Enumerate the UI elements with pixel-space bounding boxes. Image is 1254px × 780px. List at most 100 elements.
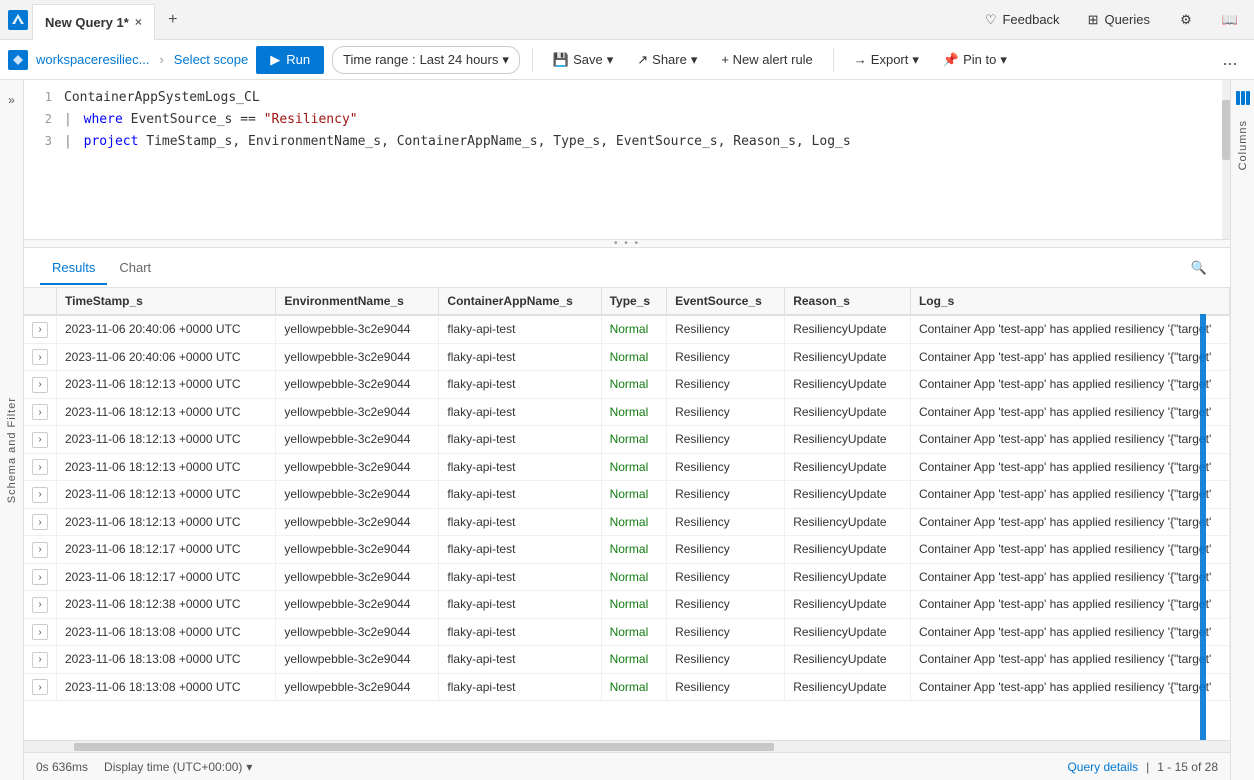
row-expand-11[interactable]: ›: [24, 618, 57, 646]
row-app-6: flaky-api-test: [439, 481, 601, 509]
table-row: › 2023-11-06 18:12:13 +0000 UTC yellowpe…: [24, 371, 1230, 399]
settings-button[interactable]: ⚙: [1170, 4, 1202, 36]
schema-collapse-button[interactable]: »: [0, 80, 24, 120]
row-reason-3: ResiliencyUpdate: [785, 398, 911, 426]
row-type-8: Normal: [601, 536, 666, 564]
row-source-9: Resiliency: [667, 563, 785, 591]
col-header-containerapp[interactable]: ContainerAppName_s: [439, 288, 601, 315]
gear-icon: ⚙: [1180, 12, 1192, 28]
row-source-5: Resiliency: [667, 453, 785, 481]
row-expand-6[interactable]: ›: [24, 481, 57, 509]
row-log-2: Container App 'test-app' has applied res…: [910, 371, 1229, 399]
row-expand-1[interactable]: ›: [24, 343, 57, 371]
row-reason-6: ResiliencyUpdate: [785, 481, 911, 509]
title-bar-right: ♡ Feedback ⊞ Queries ⚙ 📖: [977, 4, 1246, 36]
row-expand-3[interactable]: ›: [24, 398, 57, 426]
row-expand-13[interactable]: ›: [24, 673, 57, 701]
pin-icon: 📌: [943, 52, 959, 68]
col-header-timestamp[interactable]: TimeStamp_s: [57, 288, 276, 315]
select-scope-link[interactable]: Select scope: [174, 52, 248, 67]
row-expand-8[interactable]: ›: [24, 536, 57, 564]
row-log-3: Container App 'test-app' has applied res…: [910, 398, 1229, 426]
current-tab[interactable]: New Query 1* ×: [32, 4, 155, 40]
schema-filter-label[interactable]: Schema and Filter: [2, 393, 22, 507]
editor-scrollbar-thumb: [1222, 100, 1230, 160]
row-ts-8: 2023-11-06 18:12:17 +0000 UTC: [57, 536, 276, 564]
queries-button[interactable]: ⊞ Queries: [1080, 8, 1158, 32]
export-button[interactable]: → Export ▾: [846, 47, 927, 73]
row-ts-11: 2023-11-06 18:13:08 +0000 UTC: [57, 618, 276, 646]
row-expand-2[interactable]: ›: [24, 371, 57, 399]
table-row: › 2023-11-06 18:13:08 +0000 UTC yellowpe…: [24, 618, 1230, 646]
code-line-2: 2 | where EventSource_s == "Resiliency": [24, 110, 1230, 132]
results-search-button[interactable]: 🔍: [1184, 253, 1214, 283]
row-type-0: Normal: [601, 315, 666, 343]
panel-resize-handle[interactable]: • • •: [24, 240, 1230, 248]
query-editor[interactable]: 1 ContainerAppSystemLogs_CL 2 | where Ev…: [24, 80, 1230, 240]
row-app-2: flaky-api-test: [439, 371, 601, 399]
row-env-0: yellowpebble-3c2e9044: [276, 315, 439, 343]
title-bar: New Query 1* × + ♡ Feedback ⊞ Queries ⚙ …: [0, 0, 1254, 40]
results-count: 1 - 15 of 28: [1157, 760, 1218, 774]
col-header-reason[interactable]: Reason_s: [785, 288, 911, 315]
save-button[interactable]: 💾 Save ▾: [545, 47, 621, 73]
code-content-3: | project TimeStamp_s, EnvironmentName_s…: [64, 132, 851, 149]
row-app-13: flaky-api-test: [439, 673, 601, 701]
workspace-name[interactable]: workspaceresiliec...: [36, 52, 149, 67]
query-details-link[interactable]: Query details: [1067, 760, 1138, 774]
status-bar: 0s 636ms Display time (UTC+00:00) ▾ Quer…: [24, 752, 1230, 780]
results-table-container[interactable]: TimeStamp_s EnvironmentName_s ContainerA…: [24, 288, 1230, 740]
row-app-12: flaky-api-test: [439, 646, 601, 674]
tab-close-button[interactable]: ×: [135, 15, 142, 29]
columns-panel-label[interactable]: Columns: [1233, 116, 1253, 174]
time-range-button[interactable]: Time range : Last 24 hours ▾: [332, 46, 520, 74]
col-header-environment[interactable]: EnvironmentName_s: [276, 288, 439, 315]
toolbar-divider-2: [833, 48, 834, 72]
row-log-5: Container App 'test-app' has applied res…: [910, 453, 1229, 481]
row-type-2: Normal: [601, 371, 666, 399]
add-tab-button[interactable]: +: [159, 6, 187, 34]
row-expand-12[interactable]: ›: [24, 646, 57, 674]
editor-scrollbar[interactable]: [1222, 80, 1230, 239]
row-expand-9[interactable]: ›: [24, 563, 57, 591]
code-line-3: 3 | project TimeStamp_s, EnvironmentName…: [24, 132, 1230, 154]
row-expand-5[interactable]: ›: [24, 453, 57, 481]
row-app-11: flaky-api-test: [439, 618, 601, 646]
tab-chart[interactable]: Chart: [107, 252, 163, 285]
tab-results[interactable]: Results: [40, 252, 107, 285]
feedback-button[interactable]: ♡ Feedback: [977, 8, 1068, 32]
results-table: TimeStamp_s EnvironmentName_s ContainerA…: [24, 288, 1230, 701]
row-expand-7[interactable]: ›: [24, 508, 57, 536]
share-button[interactable]: ↗ Share ▾: [629, 47, 705, 73]
row-type-11: Normal: [601, 618, 666, 646]
book-button[interactable]: 📖: [1214, 4, 1246, 36]
row-reason-11: ResiliencyUpdate: [785, 618, 911, 646]
pin-to-button[interactable]: 📌 Pin to ▾: [935, 47, 1015, 73]
chevron-down-icon: ▾: [502, 52, 509, 68]
queries-icon: ⊞: [1088, 12, 1099, 28]
row-app-4: flaky-api-test: [439, 426, 601, 454]
row-expand-0[interactable]: ›: [24, 315, 57, 343]
row-ts-9: 2023-11-06 18:12:17 +0000 UTC: [57, 563, 276, 591]
toolbar-right: ...: [1214, 44, 1246, 76]
more-options-button[interactable]: ...: [1214, 44, 1246, 76]
horizontal-scrollbar[interactable]: [24, 740, 1230, 752]
row-app-9: flaky-api-test: [439, 563, 601, 591]
search-icon: 🔍: [1191, 260, 1207, 276]
run-button[interactable]: ▶ Run: [256, 46, 324, 74]
right-sidebar: Columns: [1230, 80, 1254, 780]
results-tabs: Results Chart 🔍: [24, 248, 1230, 288]
row-source-6: Resiliency: [667, 481, 785, 509]
col-header-log[interactable]: Log_s: [910, 288, 1229, 315]
display-time-selector[interactable]: Display time (UTC+00:00) ▾: [104, 760, 252, 774]
new-alert-rule-button[interactable]: + New alert rule: [713, 47, 820, 72]
row-source-3: Resiliency: [667, 398, 785, 426]
row-env-13: yellowpebble-3c2e9044: [276, 673, 439, 701]
table-row: › 2023-11-06 18:12:13 +0000 UTC yellowpe…: [24, 453, 1230, 481]
col-header-type[interactable]: Type_s: [601, 288, 666, 315]
col-header-eventsource[interactable]: EventSource_s: [667, 288, 785, 315]
row-expand-4[interactable]: ›: [24, 426, 57, 454]
row-env-8: yellowpebble-3c2e9044: [276, 536, 439, 564]
table-row: › 2023-11-06 20:40:06 +0000 UTC yellowpe…: [24, 343, 1230, 371]
row-expand-10[interactable]: ›: [24, 591, 57, 619]
